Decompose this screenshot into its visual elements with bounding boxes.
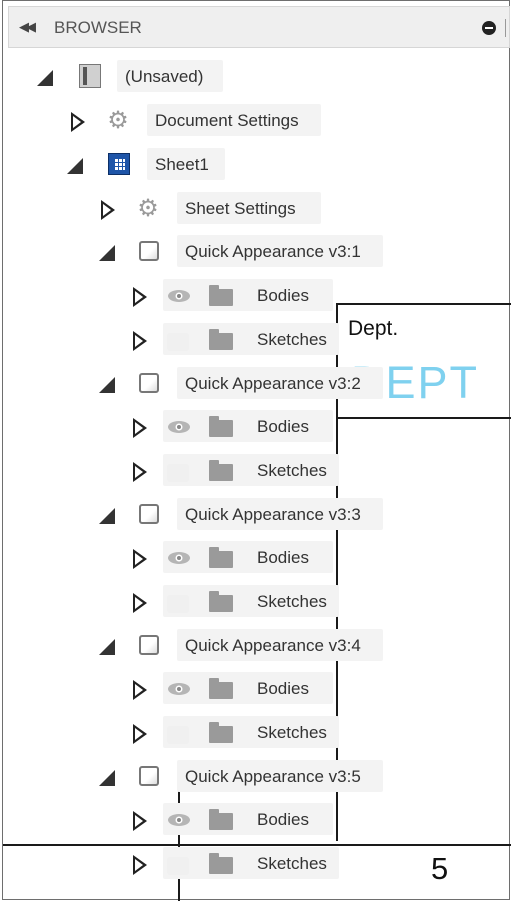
tree-node-component[interactable]: Quick Appearance v3:1 [3,233,511,269]
tree-node-sketches[interactable]: Sketches [3,583,511,619]
node-label: (Unsaved) [125,67,204,86]
browser-title: BROWSER [54,18,142,37]
tree-node-bodies[interactable]: Bodies [3,277,511,313]
expand-toggle[interactable] [99,200,117,220]
collapse-toggle[interactable] [99,637,117,655]
tree-node-component[interactable]: Quick Appearance v3:4 [3,627,511,663]
component-box-icon [139,635,159,655]
node-label: Quick Appearance v3:2 [185,374,361,393]
expand-toggle[interactable] [131,855,149,875]
eye-icon[interactable] [167,551,191,565]
node-label: Quick Appearance v3:3 [185,505,361,524]
node-label: Sheet Settings [185,199,296,218]
visibility-toggle-icon[interactable] [167,333,189,351]
minus-circle-icon[interactable] [482,21,496,35]
browser-panel: ◀◀ BROWSER Dept. DEPT 5 (Unsaved) ⚙ Docu… [2,0,511,901]
browser-header: ◀◀ BROWSER [8,6,510,48]
visibility-toggle-icon[interactable] [167,464,189,482]
component-box-icon [139,766,159,786]
document-icon [79,64,101,88]
gear-icon: ⚙ [107,107,129,134]
node-label: Document Settings [155,111,299,130]
tree-node-bodies[interactable]: Bodies [3,801,511,837]
expand-toggle[interactable] [131,811,149,831]
node-label: Quick Appearance v3:1 [185,242,361,261]
sheet-icon [108,153,130,175]
expand-toggle[interactable] [131,462,149,482]
eye-icon[interactable] [167,420,191,434]
tree-node-sheet-settings[interactable]: ⚙ Sheet Settings [3,190,511,226]
node-label: Sheet1 [155,155,209,174]
component-box-icon [139,241,159,261]
tree-node-sheet[interactable]: Sheet1 [3,146,511,182]
node-label: Sketches [257,330,327,349]
expand-toggle[interactable] [131,418,149,438]
tree-node-sketches[interactable]: Sketches [3,845,511,881]
node-label: Bodies [257,548,309,567]
collapse-toggle[interactable] [99,375,117,393]
expand-toggle[interactable] [131,593,149,613]
collapse-toggle[interactable] [99,243,117,261]
visibility-toggle-icon[interactable] [167,595,189,613]
tree-node-root[interactable]: (Unsaved) [3,58,511,94]
double-left-arrow-icon[interactable]: ◀◀ [19,19,36,35]
folder-icon [209,460,233,481]
collapse-toggle[interactable] [67,156,85,174]
node-label: Sketches [257,461,327,480]
gear-icon: ⚙ [137,195,159,222]
tree-node-bodies[interactable]: Bodies [3,539,511,575]
tree-node-sketches[interactable]: Sketches [3,714,511,750]
expand-toggle[interactable] [69,112,87,132]
folder-icon [209,591,233,612]
node-label: Bodies [257,286,309,305]
eye-icon[interactable] [167,682,191,696]
expand-toggle[interactable] [131,331,149,351]
component-box-icon [139,373,159,393]
folder-icon [209,809,233,830]
tree-node-sketches[interactable]: Sketches [3,452,511,488]
folder-icon [209,853,233,874]
node-label: Sketches [257,723,327,742]
collapse-toggle[interactable] [99,506,117,524]
tree-node-component[interactable]: Quick Appearance v3:3 [3,496,511,532]
collapse-toggle[interactable] [99,768,117,786]
folder-icon [209,416,233,437]
node-label: Sketches [257,592,327,611]
expand-toggle[interactable] [131,724,149,744]
node-label: Bodies [257,679,309,698]
expand-toggle[interactable] [131,287,149,307]
collapse-toggle[interactable] [37,68,55,86]
folder-icon [209,722,233,743]
eye-icon[interactable] [167,289,191,303]
component-box-icon [139,504,159,524]
tree-node-component[interactable]: Quick Appearance v3:5 [3,758,511,794]
folder-icon [209,547,233,568]
tree-node-bodies[interactable]: Bodies [3,670,511,706]
visibility-toggle-icon[interactable] [167,726,189,744]
node-label: Quick Appearance v3:4 [185,636,361,655]
expand-toggle[interactable] [131,549,149,569]
tree-node-document-settings[interactable]: ⚙ Document Settings [3,102,511,138]
node-label: Bodies [257,417,309,436]
folder-icon [209,285,233,306]
visibility-toggle-icon[interactable] [167,857,189,875]
node-label: Sketches [257,854,327,873]
expand-toggle[interactable] [131,680,149,700]
folder-icon [209,678,233,699]
header-divider [505,19,506,37]
node-label: Bodies [257,810,309,829]
folder-icon [209,329,233,350]
eye-icon[interactable] [167,813,191,827]
tree-node-component[interactable]: Quick Appearance v3:2 [3,365,511,401]
node-label: Quick Appearance v3:5 [185,767,361,786]
tree-node-bodies[interactable]: Bodies [3,408,511,444]
tree-node-sketches[interactable]: Sketches [3,321,511,357]
